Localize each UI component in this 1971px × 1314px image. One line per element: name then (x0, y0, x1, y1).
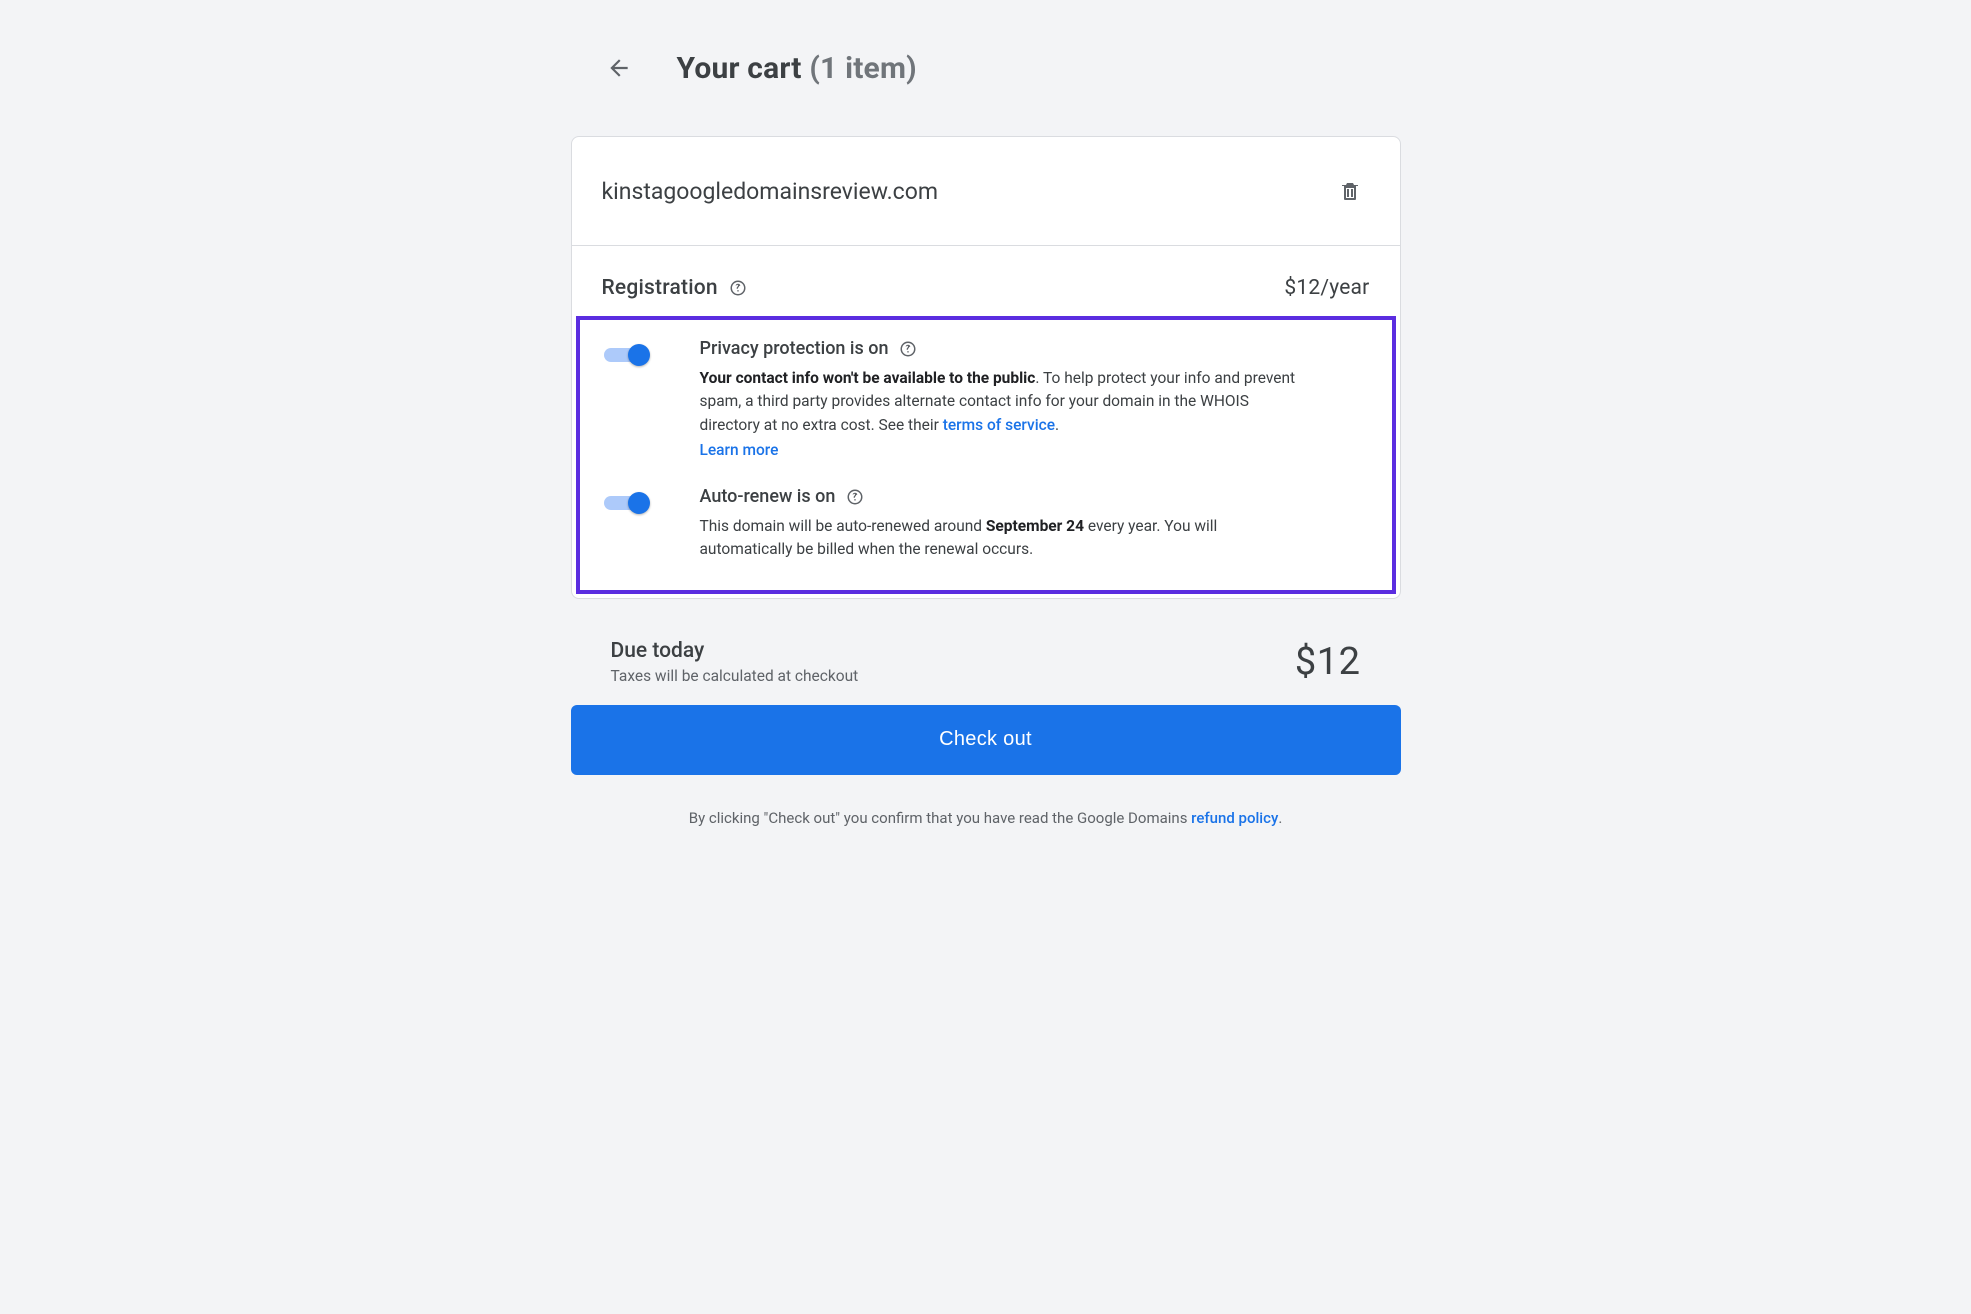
privacy-section: Privacy protection is on Your contact in… (604, 338, 1368, 462)
remove-item-button[interactable] (1330, 171, 1370, 211)
help-icon (729, 279, 747, 297)
trash-icon (1338, 179, 1362, 203)
autorenew-title: Auto-renew is on (700, 486, 836, 507)
page-header: Your cart (1 item) (571, 50, 1401, 86)
autorenew-section: Auto-renew is on This domain will be aut… (604, 486, 1368, 562)
privacy-desc-period: . (1055, 416, 1059, 434)
checkout-disclaimer: By clicking "Check out" you confirm that… (571, 809, 1401, 827)
help-icon (899, 340, 917, 358)
learn-more-link[interactable]: Learn more (700, 439, 779, 462)
disclaimer-pre: By clicking "Check out" you confirm that… (689, 809, 1191, 827)
autorenew-desc-pre: This domain will be auto-renewed around (700, 517, 986, 535)
due-today-subtitle: Taxes will be calculated at checkout (611, 667, 859, 685)
due-today-row: Due today Taxes will be calculated at ch… (571, 599, 1401, 705)
registration-help-button[interactable] (728, 278, 748, 298)
toggle-thumb (628, 492, 650, 514)
page-title: Your cart (1 item) (677, 51, 917, 86)
autorenew-toggle[interactable] (604, 490, 650, 514)
cart-page: Your cart (1 item) kinstagoogledomainsre… (571, 50, 1401, 1314)
privacy-description: Your contact info won't be available to … (700, 367, 1310, 462)
options-highlight: Privacy protection is on Your contact in… (576, 316, 1396, 594)
autorenew-description: This domain will be auto-renewed around … (700, 515, 1310, 562)
refund-policy-link[interactable]: refund policy (1191, 809, 1278, 827)
autorenew-date: September 24 (986, 517, 1084, 535)
disclaimer-post: . (1278, 809, 1282, 827)
registration-price: $12/year (1284, 276, 1369, 300)
arrow-left-icon (606, 55, 632, 81)
privacy-help-button[interactable] (898, 339, 918, 359)
back-button[interactable] (601, 50, 637, 86)
cart-item-count: (1 item) (809, 51, 917, 86)
checkout-button[interactable]: Check out (571, 705, 1401, 775)
cart-card: kinstagoogledomainsreview.com Registrati… (571, 136, 1401, 599)
privacy-toggle[interactable] (604, 342, 650, 366)
registration-label: Registration (602, 276, 718, 300)
autorenew-help-button[interactable] (845, 487, 865, 507)
privacy-desc-bold: Your contact info won't be available to … (700, 369, 1036, 387)
due-today-amount: $12 (1295, 640, 1361, 684)
title-text: Your cart (677, 51, 802, 86)
help-icon (846, 488, 864, 506)
cart-item-row: kinstagoogledomainsreview.com (572, 137, 1400, 246)
toggle-thumb (628, 344, 650, 366)
domain-name: kinstagoogledomainsreview.com (602, 178, 939, 205)
privacy-title: Privacy protection is on (700, 338, 889, 359)
registration-row: Registration $12/year (572, 246, 1400, 312)
due-today-title: Due today (611, 639, 859, 663)
terms-of-service-link[interactable]: terms of service (943, 416, 1055, 434)
